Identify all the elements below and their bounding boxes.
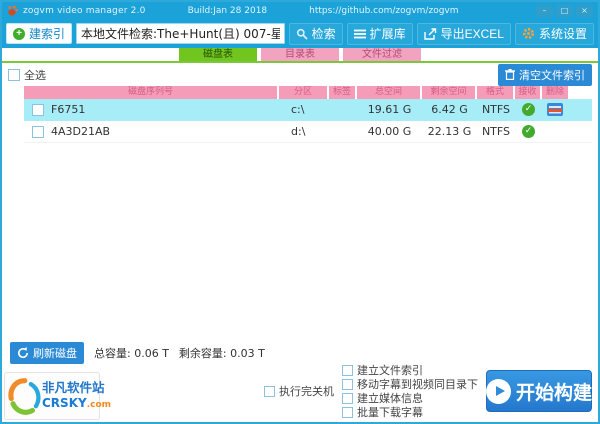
start-build-button[interactable]: 开始构建: [486, 370, 592, 412]
cell-total-space: 19.61 G: [357, 103, 422, 116]
export-excel-button[interactable]: 导出EXCEL: [417, 23, 511, 45]
settings-button[interactable]: 系统设置: [515, 23, 594, 45]
list-icon: [354, 29, 366, 39]
header-format: 格式: [477, 86, 513, 99]
toolbar: 建索引 检索 扩展库 导出EXCEL 系统设置: [2, 19, 598, 48]
cell-partition: d:\: [279, 125, 329, 138]
titlebar: zogvm video manager 2.0 Build:Jan 28 201…: [2, 2, 598, 19]
header-received: 接收: [515, 86, 540, 99]
tab-disk-table[interactable]: 磁盘表: [179, 48, 257, 61]
plus-icon: [13, 28, 25, 40]
search-icon: [296, 28, 308, 40]
cell-total-space: 40.00 G: [357, 125, 422, 138]
free-capacity: 剩余容量: 0.03 T: [179, 345, 265, 361]
tab-bar: 磁盘表 目录表 文件过滤: [2, 48, 598, 63]
tab-file-filter[interactable]: 文件过滤: [343, 48, 421, 61]
clear-index-button[interactable]: 清空文件索引: [498, 64, 592, 86]
search-input[interactable]: [76, 23, 285, 44]
capacity-bar: 刷新磁盘 总容量: 0.06 T 剩余容量: 0.03 T: [2, 342, 598, 364]
start-build-label: 开始构建: [516, 378, 592, 405]
settings-label: 系统设置: [539, 25, 587, 42]
watermark-domain-suffix: .com: [87, 400, 111, 410]
header-partition: 分区: [279, 86, 327, 99]
library-button[interactable]: 扩展库: [347, 23, 413, 45]
crsky-watermark: 非凡软件站 CRSKY.com: [4, 372, 100, 420]
project-url: https://github.com/zogvm/zogvm: [309, 6, 458, 16]
option-batch-download-subtitles-checkbox[interactable]: [342, 407, 353, 418]
option-label: 批量下载字幕: [357, 404, 423, 420]
check-circle-icon: [522, 125, 535, 138]
shutdown-label: 执行完关机: [279, 383, 334, 399]
row-checkbox[interactable]: [32, 126, 44, 138]
watermark-site-name: 非凡软件站: [42, 381, 111, 394]
cell-serial: 4A3D21AB: [51, 125, 110, 138]
content-area: 全选 清空文件索引 磁盘序列号 分区 标签 总空间 剩余空间 格式 接收 删除: [2, 63, 598, 422]
minimize-button[interactable]: [536, 5, 553, 17]
table-row[interactable]: 4A3D21AB d:\ 40.00 G 22.13 G NTFS: [24, 121, 592, 143]
total-capacity: 总容量: 0.06 T: [94, 345, 169, 361]
cell-format: NTFS: [477, 103, 515, 116]
cell-format: NTFS: [477, 125, 515, 138]
table-header: 磁盘序列号 分区 标签 总空间 剩余空间 格式 接收 删除: [24, 86, 592, 99]
cell-partition: c:\: [279, 103, 329, 116]
header-total-space: 总空间: [357, 86, 420, 99]
library-label: 扩展库: [370, 25, 406, 42]
list-controls: 全选 清空文件索引: [2, 63, 598, 84]
build-index-label: 建索引: [29, 25, 65, 42]
app-icon: [7, 5, 18, 16]
play-icon: [486, 379, 511, 404]
search-label: 检索: [312, 25, 336, 42]
row-checkbox[interactable]: [32, 104, 44, 116]
cell-serial: F6751: [51, 103, 85, 116]
remove-disk-icon[interactable]: [547, 103, 563, 116]
window-title: zogvm video manager 2.0: [23, 6, 146, 16]
shutdown-checkbox[interactable]: [264, 386, 275, 397]
select-all-checkbox[interactable]: [8, 69, 20, 81]
cell-free-space: 6.42 G: [422, 103, 477, 116]
maximize-button[interactable]: [556, 5, 573, 17]
header-delete: 删除: [542, 86, 568, 99]
check-circle-icon: [522, 103, 535, 116]
refresh-icon: [17, 347, 29, 359]
gear-icon: [522, 27, 535, 40]
clear-index-label: 清空文件索引: [519, 67, 585, 83]
select-all-label: 全选: [24, 67, 46, 83]
table-row[interactable]: F6751 c:\ 19.61 G 6.42 G NTFS: [24, 99, 592, 121]
close-button[interactable]: [576, 5, 593, 17]
app-window: zogvm video manager 2.0 Build:Jan 28 201…: [0, 0, 600, 424]
option-build-media-info-checkbox[interactable]: [342, 393, 353, 404]
export-label: 导出EXCEL: [441, 25, 504, 42]
option-build-file-index-checkbox[interactable]: [342, 365, 353, 376]
trash-icon: [505, 69, 515, 80]
search-button[interactable]: 检索: [289, 23, 343, 45]
option-move-subtitles-checkbox[interactable]: [342, 379, 353, 390]
cell-free-space: 22.13 G: [422, 125, 477, 138]
header-free-space: 剩余空间: [422, 86, 475, 99]
refresh-disks-label: 刷新磁盘: [33, 345, 77, 361]
header-label: 标签: [329, 86, 355, 99]
build-index-button[interactable]: 建索引: [6, 23, 72, 44]
build-date: Build:Jan 28 2018: [188, 6, 268, 16]
header-serial: 磁盘序列号: [24, 86, 277, 99]
refresh-disks-button[interactable]: 刷新磁盘: [10, 342, 84, 364]
crsky-swirl-icon: [7, 376, 41, 416]
disk-table: 磁盘序列号 分区 标签 总空间 剩余空间 格式 接收 删除 F6751 c:\ …: [24, 86, 592, 143]
tab-directory-table[interactable]: 目录表: [261, 48, 339, 61]
export-icon: [424, 28, 437, 40]
watermark-domain: CRSKY: [42, 396, 87, 410]
